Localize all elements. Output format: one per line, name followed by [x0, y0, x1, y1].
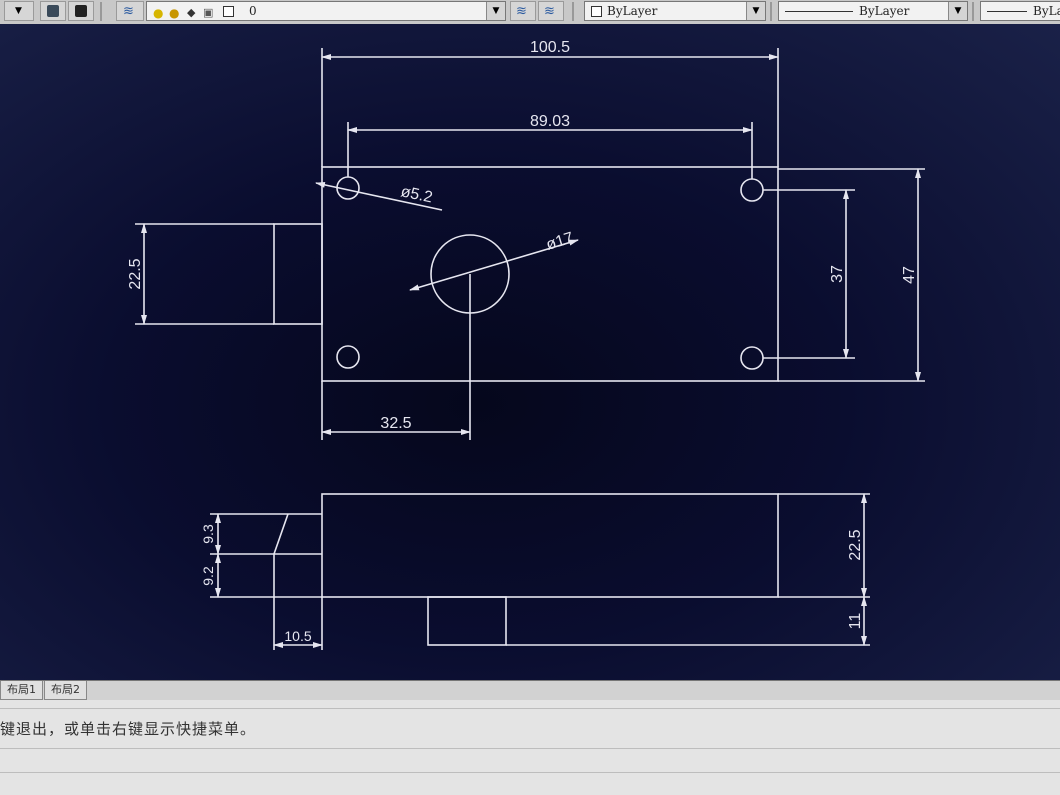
dim-text-side-height: 22.5 — [847, 529, 864, 560]
linetype-sample-icon — [785, 11, 853, 12]
lineweight-value: ByLa — [1033, 4, 1060, 18]
dim-text-key-hole: ø17 — [544, 229, 575, 253]
command-divider — [0, 708, 1060, 709]
layer-previous-button[interactable] — [68, 1, 94, 21]
linetype-dropdown[interactable]: ByLayer ▼ — [778, 1, 968, 21]
dim-text-hole-spacing: 89.03 — [530, 113, 570, 130]
toolbar-separator — [770, 2, 772, 21]
dim-text-bolt-length: 10.5 — [284, 628, 311, 644]
dim-text-side-lower: 9.2 — [200, 566, 216, 586]
hole-top-right — [740, 178, 764, 202]
drawing-canvas[interactable]: 100.5 89.03 ø5.2 ø17 22.5 37 47 32.5 9.3… — [0, 24, 1060, 680]
dim-text-center-offset: 32.5 — [380, 415, 411, 432]
cad-drawing: 100.5 89.03 ø5.2 ø17 22.5 37 47 32.5 9.3… — [127, 39, 925, 650]
dim-text-side-upper: 9.3 — [200, 524, 216, 544]
dim-text-small-hole: ø5.2 — [399, 183, 434, 206]
command-divider — [0, 748, 1060, 749]
plot-icon: ▣ — [203, 6, 214, 19]
layer-dropdown[interactable]: ● ● ◆ ▣ 0 ▼ — [146, 1, 506, 21]
layer-stack-icon: ≋ — [123, 4, 134, 19]
dim-text-bolt-height: 22.5 — [127, 258, 144, 289]
layer-states-button[interactable] — [40, 1, 66, 21]
linetype-value: ByLayer — [859, 4, 910, 18]
layer-previous-state-button[interactable]: ≋ — [538, 1, 564, 21]
toolbar-arrow-button[interactable]: ▼ — [4, 1, 34, 21]
layer-dropdown-arrow-icon[interactable]: ▼ — [486, 2, 505, 20]
bulb-icon: ● — [153, 6, 164, 20]
layer-manager-button[interactable]: ≋ — [116, 1, 144, 21]
sun-icon: ● — [169, 6, 180, 20]
layer-current-icon: ≋ — [516, 4, 527, 19]
layer-name: 0 — [249, 4, 257, 18]
color-box-icon — [591, 6, 602, 17]
command-prompt: 键退出，或单击右键显示快捷菜单。 — [0, 720, 257, 738]
color-dropdown-arrow-icon[interactable]: ▼ — [746, 2, 765, 20]
layer-prev-icon: ≋ — [544, 4, 555, 19]
tab-layout-2[interactable]: 布局2 — [44, 681, 87, 700]
lineweight-sample-icon — [987, 11, 1027, 12]
side-base-outline — [427, 596, 507, 646]
command-divider — [0, 772, 1060, 773]
color-swatch-icon — [223, 6, 234, 17]
side-body-outline — [321, 493, 779, 598]
layout-tabs-bar: 布局1 布局2 — [0, 680, 1060, 701]
lock-icon: ◆ — [187, 6, 196, 19]
dropdown-arrow-icon: ▼ — [15, 6, 22, 16]
hole-bottom-left — [336, 345, 360, 369]
layer-states-icon — [47, 5, 59, 17]
toolbar-separator — [100, 2, 102, 21]
command-window[interactable]: 键退出，或单击右键显示快捷菜单。 — [0, 700, 1060, 795]
lineweight-dropdown[interactable]: ByLa — [980, 1, 1060, 21]
dim-text-base-height: 11 — [847, 613, 864, 630]
dim-text-body-height: 47 — [901, 266, 918, 284]
color-value: ByLayer — [607, 4, 658, 18]
tab-layout-1[interactable]: 布局1 — [0, 681, 43, 700]
bolt-outline — [273, 223, 323, 325]
layer-previous-icon — [75, 5, 87, 17]
hole-bottom-right — [740, 346, 764, 370]
linetype-dropdown-arrow-icon[interactable]: ▼ — [948, 2, 967, 20]
properties-toolbar: ▼ ≋ ● ● ◆ ▣ 0 ▼ ≋ ≋ ByLayer ▼ ByLayer ▼ … — [0, 0, 1060, 25]
color-dropdown[interactable]: ByLayer ▼ — [584, 1, 766, 21]
toolbar-separator — [972, 2, 974, 21]
dim-text-hole-vertical: 37 — [829, 265, 846, 283]
make-current-button[interactable]: ≋ — [510, 1, 536, 21]
toolbar-separator — [572, 2, 574, 21]
dim-text-overall-width: 100.5 — [530, 39, 570, 56]
